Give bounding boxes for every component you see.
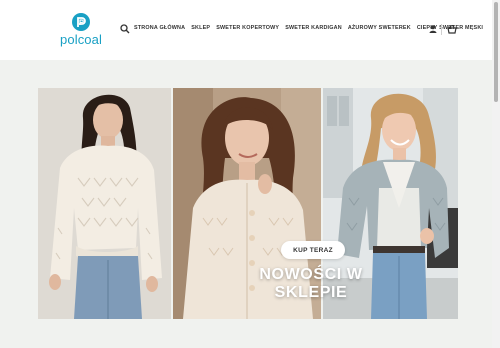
shop-now-button[interactable]: KUP TERAZ: [281, 241, 345, 259]
logo-mark-icon: [72, 13, 90, 31]
brand-name: polcoal: [60, 32, 102, 47]
logo[interactable]: polcoal: [56, 12, 106, 48]
header-divider: [441, 24, 442, 35]
hero-title: NOWOŚCI W SKLEPIE: [259, 266, 363, 301]
nav-item-home[interactable]: STRONA GŁÓWNA: [134, 25, 185, 31]
basket-icon[interactable]: [447, 24, 457, 34]
nav-item-cardigan[interactable]: SWETER KARDIGAN: [285, 25, 342, 31]
hero-photo-left-image: [38, 88, 171, 319]
site-header: polcoal STRONA GŁÓWNA SKLEP SWETER KOPER…: [0, 0, 492, 60]
nav-item-wrap-sweater[interactable]: SWETER KOPERTOWY: [216, 25, 279, 31]
nav-item-openwork-sweater[interactable]: AŻUROWY SWETEREK: [348, 25, 411, 31]
search-icon[interactable]: [120, 24, 130, 34]
hero-photo-left: [38, 88, 171, 319]
user-icon[interactable]: [429, 25, 437, 33]
nav-item-shop[interactable]: SKLEP: [191, 25, 210, 31]
scrollbar-thumb[interactable]: [494, 2, 498, 102]
